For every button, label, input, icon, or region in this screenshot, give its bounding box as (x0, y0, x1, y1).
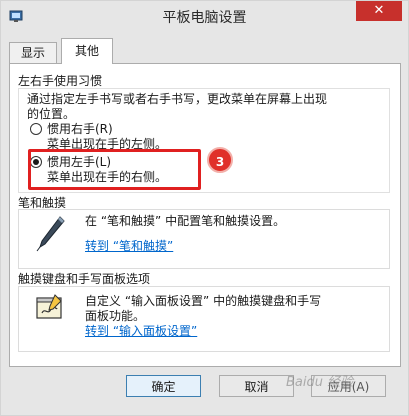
pen-touch-link[interactable]: 转到 “笔和触摸” (85, 237, 173, 254)
cancel-button[interactable]: 取消 (219, 375, 294, 397)
left-handed-highlight-box (28, 149, 201, 190)
input-panel-link[interactable]: 转到 “输入面板设置” (85, 322, 197, 339)
tab-panel-other: 左右手使用习惯 通过指定左手书写或者右手书写，更改菜单在屏幕上出现 的位置。 惯… (9, 63, 401, 367)
right-handed-radio[interactable] (30, 123, 42, 135)
tab-display[interactable]: 显示 (9, 42, 57, 63)
window-title: 平板电脑设置 (162, 10, 247, 26)
tablet-settings-dialog: 平板电脑设置 ✕ 显示 其他 左右手使用习惯 通过指定左手书写或者右手书写，更改… (0, 0, 409, 416)
input-panel-icon (36, 294, 62, 319)
ok-button[interactable]: 确定 (126, 375, 201, 397)
tab-other[interactable]: 其他 (61, 38, 113, 64)
title-bar: 平板电脑设置 ✕ (1, 1, 408, 33)
input-panel-group-title: 触摸键盘和手写面板选项 (18, 272, 151, 286)
handedness-group-title: 左右手使用习惯 (18, 74, 103, 88)
step-badge: 3 (207, 147, 233, 173)
close-button[interactable]: ✕ (356, 1, 402, 21)
watermark: Baidu 经验 (286, 375, 354, 390)
pen-icon (36, 216, 65, 252)
pen-touch-description: 在 “笔和触摸” 中配置笔和触摸设置。 (85, 214, 286, 228)
close-icon: ✕ (373, 3, 385, 18)
